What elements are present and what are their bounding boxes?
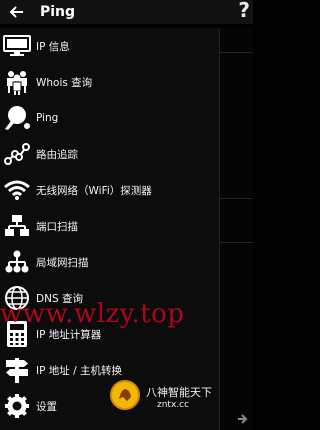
network-tree-icon <box>0 208 34 244</box>
brand-name: 八神智能天下 <box>146 386 212 399</box>
menu-item-ip-host-convert[interactable]: IP 地址 / 主机转换 <box>0 352 220 388</box>
signpost-icon <box>0 352 34 388</box>
monitor-icon <box>0 28 34 64</box>
forward-arrow-icon <box>236 410 248 429</box>
watermark-text: www.wlzy.top <box>0 299 185 329</box>
menu-item-label: Ping <box>36 112 59 124</box>
wifi-icon <box>0 172 34 208</box>
app-toolbar: Ping ? <box>0 0 253 24</box>
menu-item-label: 设置 <box>36 400 57 413</box>
menu-item-label: IP 信息 <box>36 40 70 53</box>
people-icon <box>0 64 34 100</box>
back-arrow-icon <box>10 6 23 18</box>
navigation-drawer: IP 信息 Whois 查询 Ping 路由追踪 无线网络（WiFi）探测器 端… <box>0 28 220 430</box>
menu-item-wifi-scanner[interactable]: 无线网络（WiFi）探测器 <box>0 172 220 208</box>
menu-item-traceroute[interactable]: 路由追踪 <box>0 136 220 172</box>
divider <box>220 198 253 199</box>
brand-url: zntx.cc <box>157 400 190 410</box>
brand-logo <box>110 380 140 410</box>
menu-item-whois[interactable]: Whois 查询 <box>0 64 220 100</box>
menu-item-label: 局域网扫描 <box>36 256 89 269</box>
divider <box>220 242 253 243</box>
route-icon <box>0 136 34 172</box>
gear-icon <box>0 388 34 424</box>
menu-item-label: 路由追踪 <box>36 148 78 161</box>
divider <box>220 52 253 53</box>
menu-item-label: 端口扫描 <box>36 220 78 233</box>
menu-item-label: IP 地址 / 主机转换 <box>36 364 122 377</box>
menu-item-label: 无线网络（WiFi）探测器 <box>36 184 152 197</box>
lan-scan-icon <box>0 244 34 280</box>
page-title: Ping <box>40 4 76 20</box>
menu-item-label: Whois 查询 <box>36 76 93 89</box>
menu-item-ip-info[interactable]: IP 信息 <box>0 28 220 64</box>
menu-item-port-scan[interactable]: 端口扫描 <box>0 208 220 244</box>
menu-item-lan-scan[interactable]: 局域网扫描 <box>0 244 220 280</box>
background-content <box>220 28 253 430</box>
ping-pong-icon <box>0 100 34 136</box>
menu-item-ping[interactable]: Ping <box>0 100 220 136</box>
help-button[interactable]: ? <box>238 0 250 22</box>
back-button[interactable] <box>0 0 34 24</box>
